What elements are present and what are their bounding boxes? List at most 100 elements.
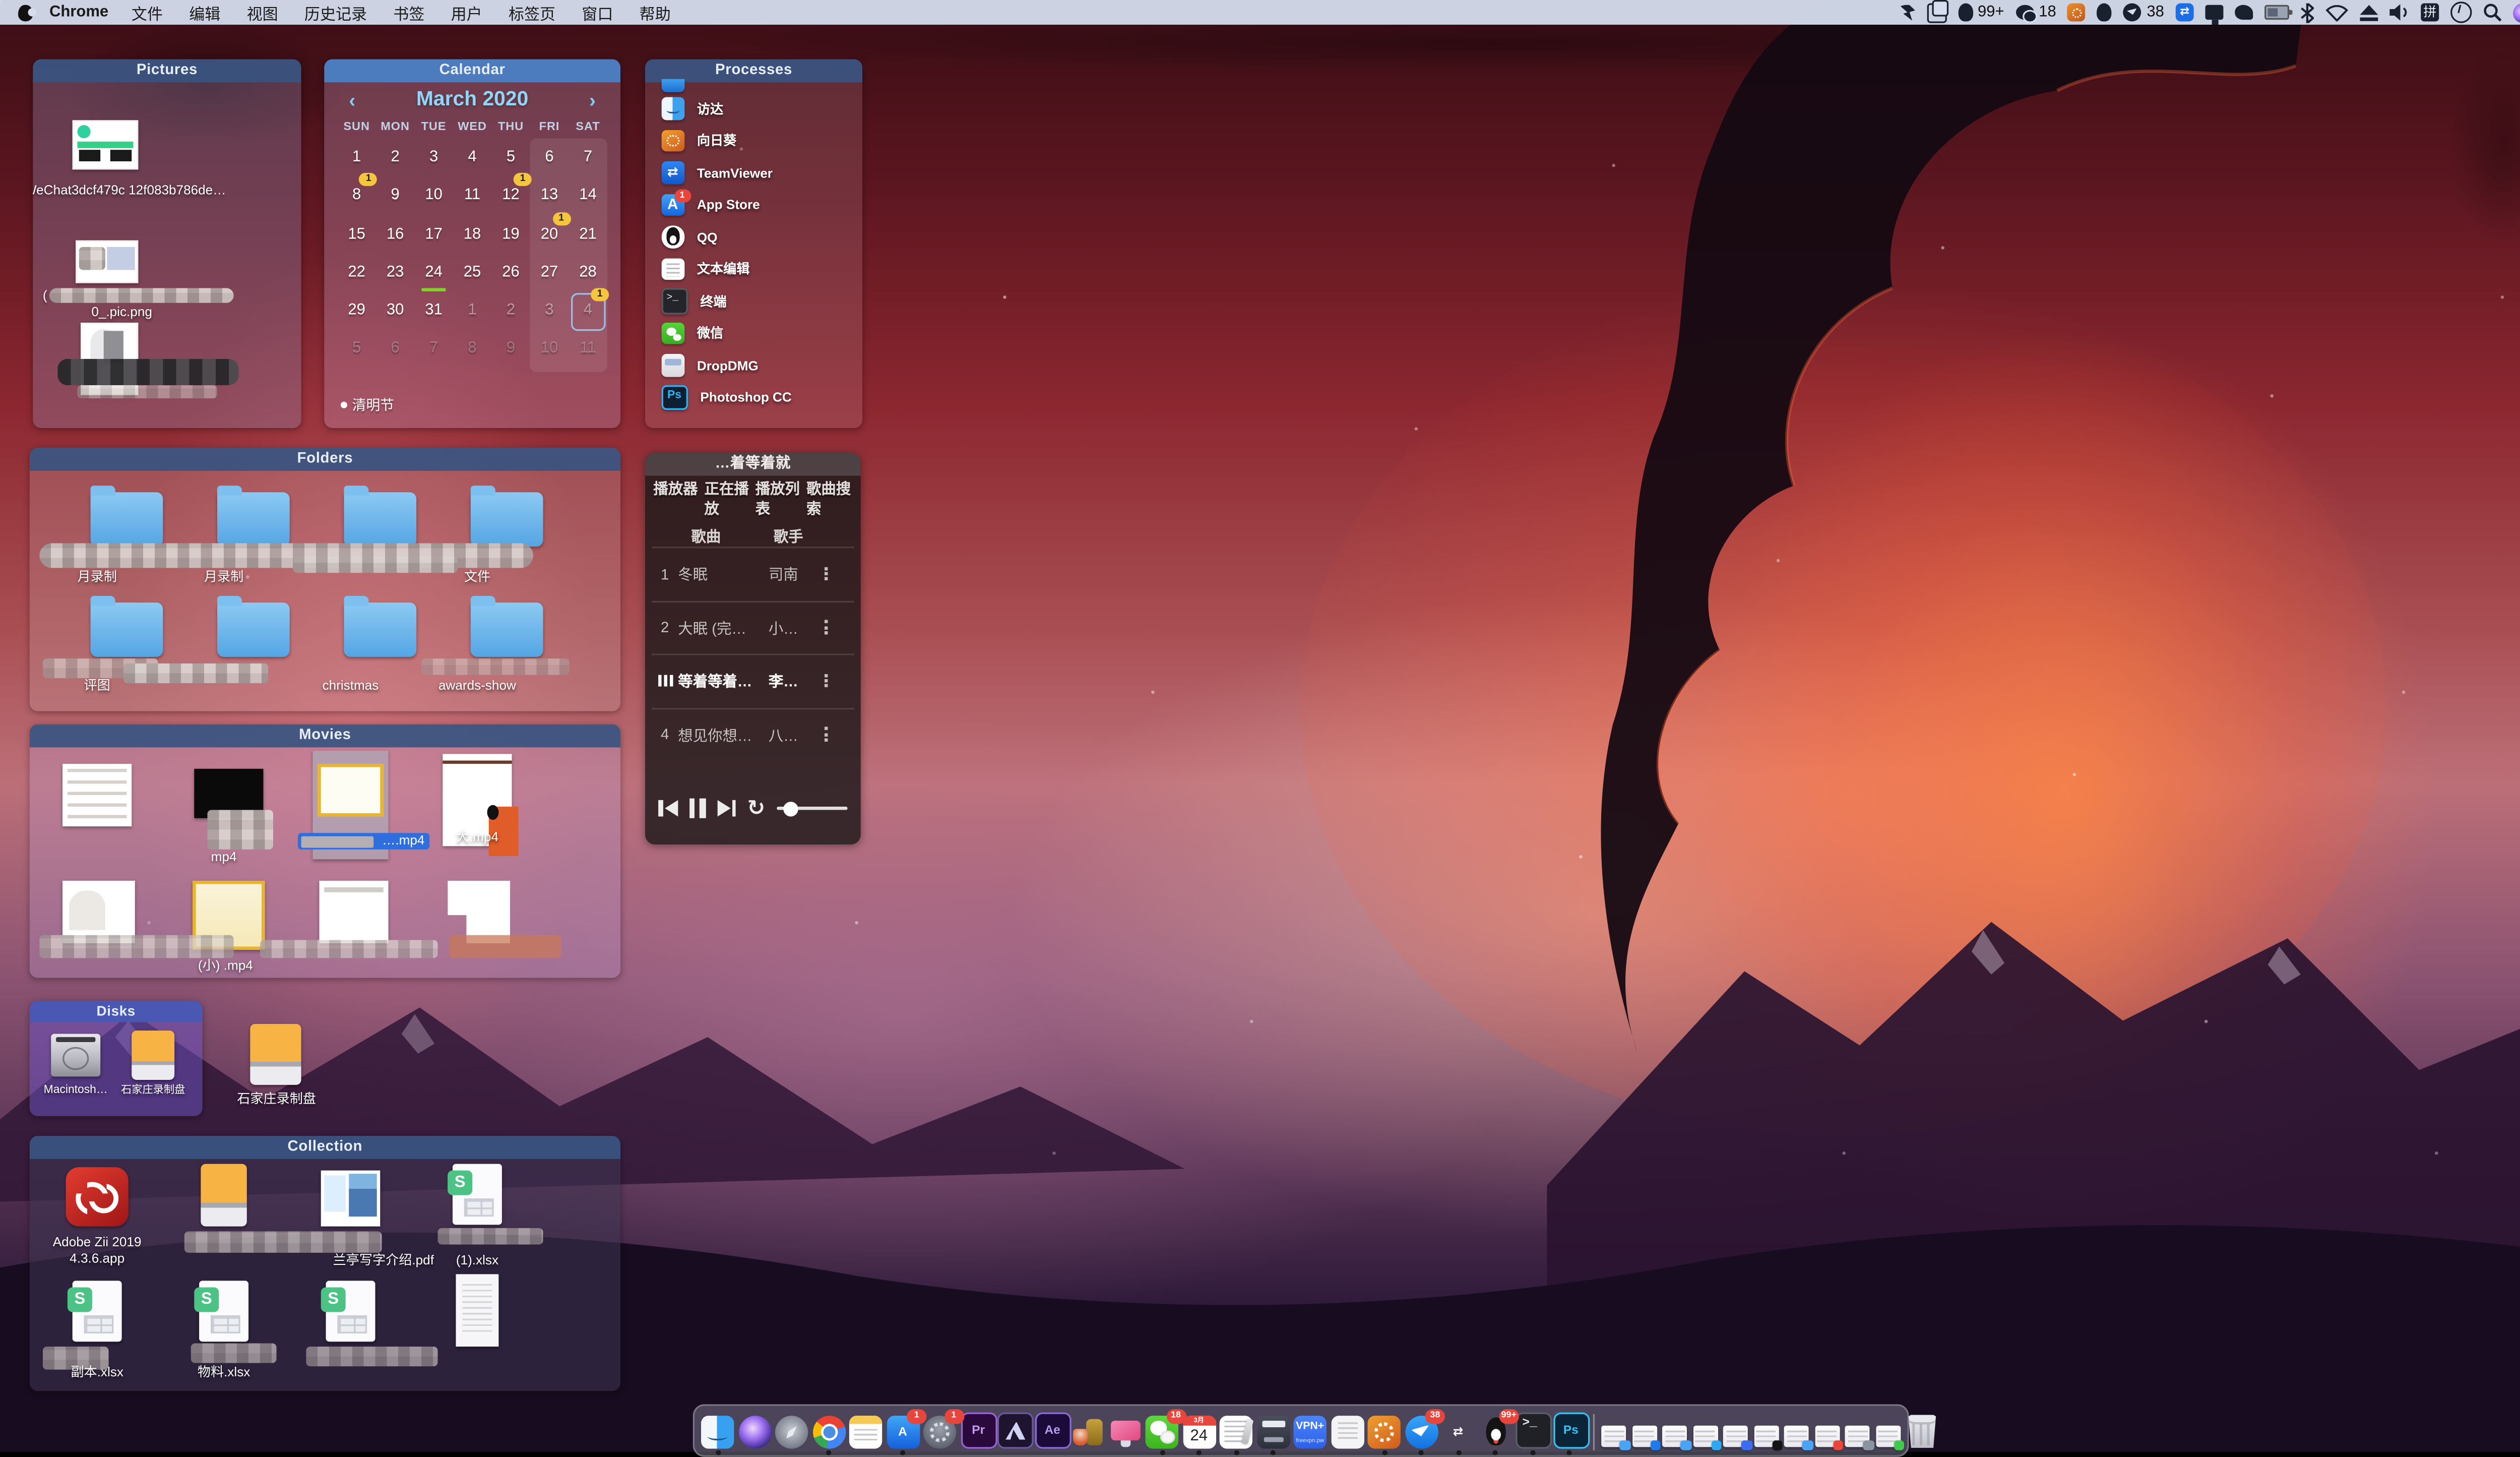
process-item-TeamViewer[interactable]: TeamViewer bbox=[662, 160, 856, 186]
calendar-day-31[interactable]: 31 bbox=[414, 295, 453, 333]
minimized-window-2[interactable] bbox=[1632, 1417, 1659, 1452]
calendar-day-2[interactable]: 2 bbox=[376, 142, 414, 180]
dock-trash[interactable] bbox=[1904, 1413, 1941, 1452]
calendar-day-29[interactable]: 29 bbox=[337, 295, 375, 333]
siri-icon-wrap[interactable] bbox=[2513, 3, 2520, 22]
calendar-day-4[interactable]: 41 bbox=[569, 295, 607, 333]
song-menu-icon[interactable]: ▪▪▪ bbox=[818, 620, 835, 635]
calendar-day-26[interactable]: 26 bbox=[491, 257, 530, 295]
file-label[interactable]: (1).xlsx bbox=[428, 1253, 527, 1268]
calendar-day-30[interactable]: 30 bbox=[376, 295, 414, 333]
movie-thumbnail[interactable] bbox=[62, 881, 135, 943]
picture-thumbnail[interactable] bbox=[73, 120, 139, 169]
apple-menu-icon[interactable] bbox=[18, 4, 33, 21]
calendar-prev-button[interactable]: ‹ bbox=[349, 89, 355, 112]
menu-item-用户[interactable]: 用户 bbox=[438, 6, 495, 24]
dock-app-photoshop[interactable]: Ps bbox=[1551, 1413, 1588, 1452]
folder-icon[interactable] bbox=[217, 602, 290, 657]
adobe-cc-icon[interactable] bbox=[66, 1167, 129, 1227]
process-item-DropDMG[interactable]: DropDMG bbox=[662, 352, 856, 379]
menu-item-历史记录[interactable]: 历史记录 bbox=[291, 6, 380, 24]
dock-app-wechat[interactable]: 18 bbox=[1144, 1413, 1180, 1452]
dock-app-notes[interactable] bbox=[848, 1413, 885, 1452]
song-menu-icon[interactable]: ▪▪▪ bbox=[818, 673, 835, 689]
dock-app-qq[interactable]: 99+ bbox=[1477, 1413, 1514, 1452]
xlsx-file-icon[interactable] bbox=[326, 1281, 375, 1342]
process-item-QQ[interactable]: QQ bbox=[662, 224, 856, 250]
pdf-thumbnail[interactable] bbox=[321, 1171, 381, 1227]
repeat-button[interactable]: ↻ bbox=[747, 799, 765, 818]
folder-icon[interactable] bbox=[217, 492, 290, 547]
menu-item-编辑[interactable]: 编辑 bbox=[176, 6, 233, 24]
calendar-day-11[interactable]: 11 bbox=[569, 333, 607, 372]
player-tab-播放列表[interactable]: 播放列表 bbox=[755, 480, 806, 518]
teamviewer-status-icon-wrap[interactable]: ⇄ bbox=[2176, 4, 2194, 22]
calendar-day-14[interactable]: 14 bbox=[569, 180, 607, 218]
file-label[interactable]: Adobe Zii 2019 4.3.6.app bbox=[36, 1235, 158, 1266]
calendar-day-8[interactable]: 81 bbox=[337, 180, 375, 218]
folder-label[interactable]: christmas bbox=[291, 678, 410, 694]
calendar-day-21[interactable]: 21 bbox=[569, 218, 607, 257]
calendar-day-22[interactable]: 22 bbox=[337, 257, 375, 295]
calendar-day-9[interactable]: 9 bbox=[376, 180, 414, 218]
calendar-day-8[interactable]: 8 bbox=[453, 333, 491, 372]
disk-label[interactable]: 石家庄录制盘 bbox=[219, 1091, 334, 1107]
volume-knob[interactable] bbox=[784, 801, 798, 816]
menu-item-窗口[interactable]: 窗口 bbox=[569, 6, 626, 24]
dock-app-teamviewer[interactable]: ⇄ bbox=[1440, 1413, 1477, 1452]
qq-status-icon-wrap[interactable]: 99+ bbox=[1958, 4, 2004, 22]
dock-app-siri[interactable] bbox=[736, 1413, 773, 1452]
dock-app-adobe-dark[interactable] bbox=[996, 1413, 1033, 1452]
dock-app-printer[interactable] bbox=[1255, 1413, 1292, 1452]
calendar-day-24[interactable]: 24 bbox=[414, 257, 453, 295]
dock-app-terminal[interactable]: >_ bbox=[1514, 1413, 1551, 1452]
calendar-day-25[interactable]: 25 bbox=[453, 257, 491, 295]
pages-icon-wrap[interactable] bbox=[1927, 3, 1946, 22]
calendar-day-6[interactable]: 6 bbox=[530, 142, 569, 180]
folder-icon[interactable] bbox=[91, 602, 163, 657]
process-item-Photoshop CC[interactable]: Photoshop CC bbox=[662, 384, 856, 410]
selected-movie-label[interactable]: ….mp4 bbox=[298, 833, 429, 849]
song-row[interactable]: 等着等着…李…▪▪▪ bbox=[652, 653, 854, 707]
dock-app-premiere[interactable]: Pr bbox=[959, 1413, 995, 1452]
calendar-day-3[interactable]: 3 bbox=[530, 295, 569, 333]
wechat-status-icon-wrap[interactable]: 18 bbox=[2015, 4, 2056, 22]
folder-icon[interactable] bbox=[91, 492, 163, 547]
next-button[interactable] bbox=[717, 800, 736, 817]
file-label[interactable]: 物料.xlsx bbox=[163, 1365, 285, 1380]
song-row[interactable]: 2大眠 (完…小…▪▪▪ bbox=[652, 600, 854, 653]
sunflower-status-icon-wrap[interactable] bbox=[2068, 4, 2086, 22]
movie-thumbnail[interactable] bbox=[319, 881, 388, 943]
calendar-day-10[interactable]: 10 bbox=[414, 180, 453, 218]
file-label[interactable]: 副本.xlsx bbox=[36, 1365, 158, 1380]
picture-label[interactable]: 0_.pic.png bbox=[33, 305, 227, 320]
document-icon[interactable] bbox=[456, 1274, 498, 1347]
calendar-day-5[interactable]: 5 bbox=[337, 333, 375, 372]
eject-icon-wrap[interactable] bbox=[2360, 4, 2378, 21]
calendar-day-1[interactable]: 1 bbox=[453, 295, 491, 333]
movie-label[interactable]: mp4 bbox=[166, 849, 282, 865]
calendar-day-18[interactable]: 18 bbox=[453, 218, 491, 257]
process-item-向日葵[interactable]: 向日葵 bbox=[662, 128, 856, 154]
folder-label[interactable]: 月录制 bbox=[165, 570, 283, 585]
disk-label[interactable]: Macintosh… bbox=[33, 1083, 118, 1099]
folder-label[interactable]: 评图 bbox=[38, 678, 156, 694]
calendar-day-3[interactable]: 3 bbox=[414, 142, 453, 180]
picture-label[interactable]: WeChat3dcf479c 12f083b786de… bbox=[33, 183, 240, 198]
minimized-window-6[interactable] bbox=[1753, 1417, 1781, 1452]
disk-label[interactable]: 石家庄录制盘 bbox=[115, 1083, 191, 1099]
dock-app-launchpad[interactable] bbox=[774, 1413, 810, 1452]
minimized-window-4[interactable] bbox=[1692, 1417, 1720, 1452]
hood-status-icon-wrap[interactable] bbox=[2097, 4, 2112, 22]
external-disk-icon[interactable] bbox=[250, 1024, 301, 1085]
external-disk-icon[interactable] bbox=[201, 1164, 246, 1227]
pinyin-input-icon-wrap[interactable]: 拼 bbox=[2421, 4, 2439, 22]
calendar-day-9[interactable]: 9 bbox=[491, 333, 530, 372]
xlsx-file-icon[interactable] bbox=[73, 1281, 122, 1342]
folder-icon[interactable] bbox=[471, 602, 543, 657]
bluetooth-icon-wrap[interactable] bbox=[2301, 3, 2314, 22]
menu-item-书签[interactable]: 书签 bbox=[380, 6, 437, 24]
song-row[interactable]: 1冬眠司南▪▪▪ bbox=[652, 547, 854, 600]
movie-label[interactable]: (小) .mp4 bbox=[165, 958, 287, 974]
pause-button[interactable] bbox=[689, 799, 706, 818]
